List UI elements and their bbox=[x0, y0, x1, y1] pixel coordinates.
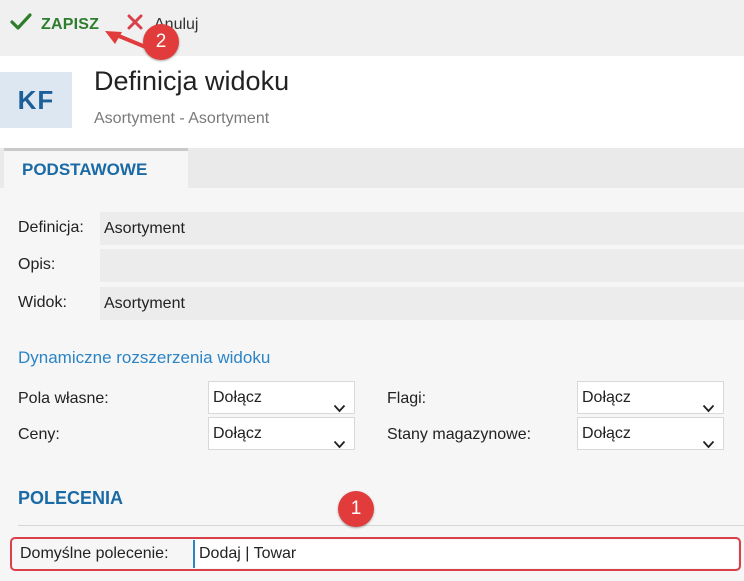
stany-magazynowe-label: Stany magazynowe: bbox=[387, 426, 532, 443]
ceny-select[interactable]: Dołącz bbox=[208, 417, 355, 450]
flagi-value: Dołącz bbox=[582, 389, 631, 406]
stany-magazynowe-value: Dołącz bbox=[582, 425, 631, 442]
dynamic-extensions-heading: Dynamiczne rozszerzenia widoku bbox=[18, 348, 271, 367]
save-label: ZAPISZ bbox=[41, 15, 100, 33]
chevron-down-icon bbox=[702, 429, 715, 460]
tab-bar: PODSTAWOWE bbox=[0, 148, 744, 188]
field-row-widok: Widok: Asortyment bbox=[0, 287, 744, 320]
opis-label: Opis: bbox=[18, 256, 56, 273]
default-command-label: Domyślne polecenie: bbox=[20, 545, 169, 562]
view-header: KF Definicja widoku Asortyment - Asortym… bbox=[0, 56, 744, 148]
widok-label: Widok: bbox=[18, 294, 67, 311]
polecenia-heading: POLECENIA bbox=[18, 488, 124, 508]
pola-wlasne-label: Pola własne: bbox=[18, 390, 109, 407]
widok-field[interactable]: Asortyment bbox=[100, 287, 744, 320]
default-command-row: Domyślne polecenie: Dodaj | Towar bbox=[10, 537, 741, 571]
page-title: Definicja widoku bbox=[94, 66, 290, 96]
ceny-label: Ceny: bbox=[18, 426, 60, 443]
tab-podstawowe[interactable]: PODSTAWOWE bbox=[4, 148, 188, 188]
form-content: Definicja: Asortyment Opis: Widok: Asort… bbox=[0, 188, 744, 581]
flagi-select[interactable]: Dołącz bbox=[577, 381, 724, 414]
field-row-definicja: Definicja: Asortyment bbox=[0, 212, 744, 245]
chevron-down-icon bbox=[333, 429, 346, 460]
ceny-value: Dołącz bbox=[213, 425, 262, 442]
field-row-opis: Opis: bbox=[0, 249, 744, 282]
definicja-field[interactable]: Asortyment bbox=[100, 212, 744, 245]
pola-wlasne-select[interactable]: Dołącz bbox=[208, 381, 355, 414]
save-button[interactable]: ZAPISZ bbox=[10, 13, 99, 36]
opis-field[interactable] bbox=[100, 249, 744, 282]
page-subtitle: Asortyment - Asortyment bbox=[94, 110, 270, 127]
stany-magazynowe-select[interactable]: Dołącz bbox=[577, 417, 724, 450]
annotation-badge-1: 1 bbox=[338, 491, 374, 527]
section-divider bbox=[18, 525, 744, 526]
flagi-label: Flagi: bbox=[387, 390, 427, 407]
default-command-input[interactable]: Dodaj | Towar bbox=[193, 540, 738, 568]
pola-wlasne-value: Dołącz bbox=[213, 389, 262, 406]
annotation-arrow-icon bbox=[105, 31, 150, 50]
avatar: KF bbox=[0, 72, 72, 128]
definicja-label: Definicja: bbox=[18, 219, 84, 236]
checkmark-icon bbox=[10, 13, 32, 36]
